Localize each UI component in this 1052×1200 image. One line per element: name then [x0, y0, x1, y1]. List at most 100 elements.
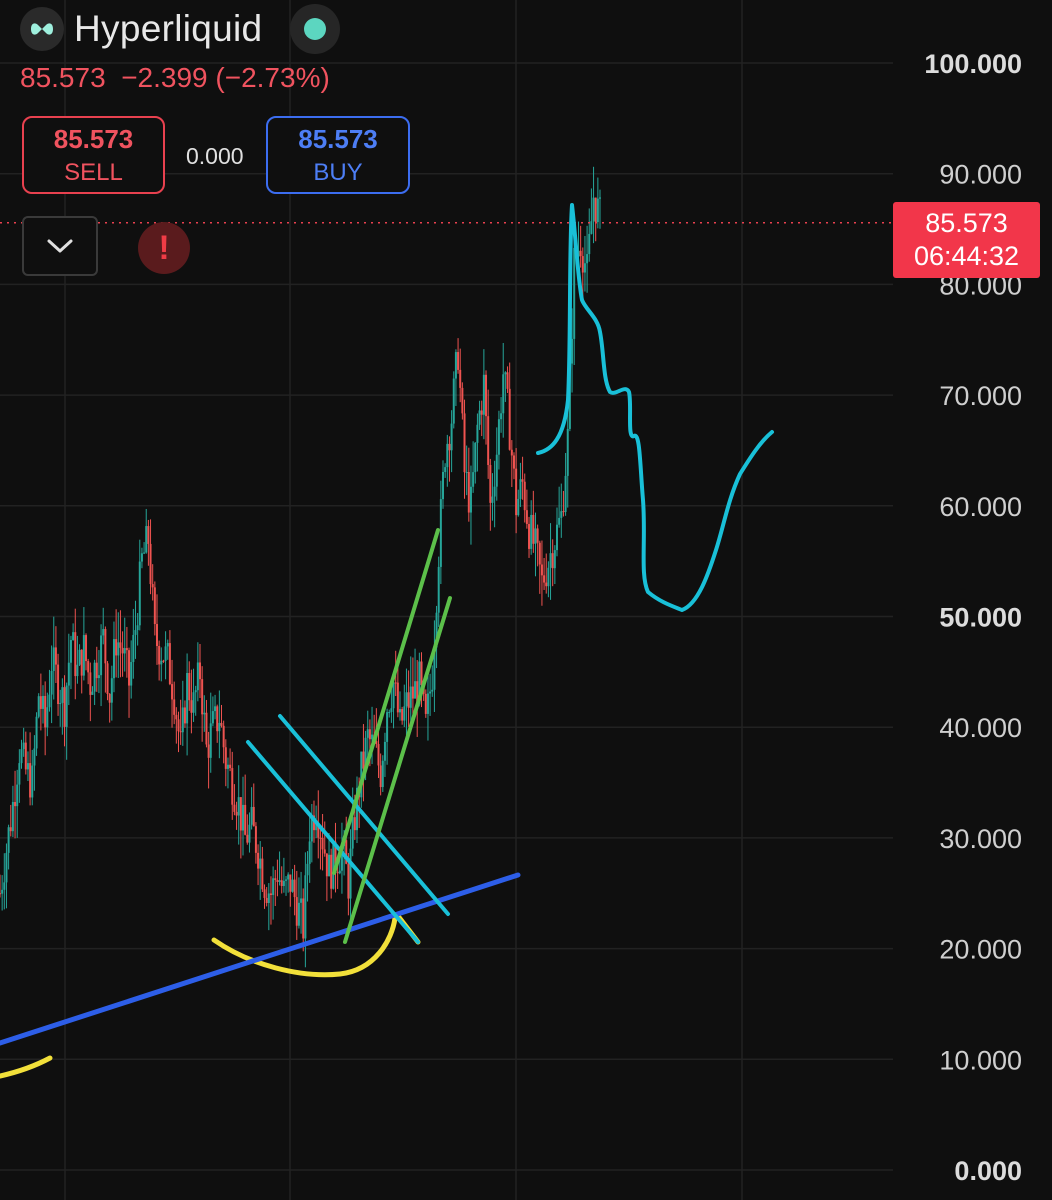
candle-body: [100, 635, 103, 676]
candle-body: [467, 471, 470, 513]
candle-body: [248, 824, 251, 843]
candle-body: [444, 467, 447, 472]
candle-body: [87, 661, 90, 673]
candle-body: [61, 687, 64, 703]
candle-body: [216, 706, 219, 732]
candle-body: [244, 804, 247, 835]
candle-body: [26, 763, 29, 770]
candle-body: [573, 247, 576, 339]
candle-body: [437, 566, 440, 613]
candle-body: [502, 374, 505, 414]
candle-body: [431, 689, 434, 692]
candle-body: [480, 410, 483, 415]
candle-body: [553, 550, 556, 569]
candle-body: [487, 416, 490, 465]
candle-body: [205, 712, 208, 745]
candle-body: [452, 378, 455, 424]
hyperliquid-logo-icon: [20, 7, 64, 51]
candle-body: [44, 695, 47, 728]
y-tick-label: 50.000: [939, 603, 1022, 633]
y-tick-label: 100.000: [924, 49, 1022, 79]
y-tick-label: 90.000: [939, 160, 1022, 190]
candle-body: [132, 634, 135, 663]
candle-body: [20, 749, 23, 764]
candle-body: [562, 511, 565, 513]
candle-body: [211, 711, 214, 724]
candle-body: [224, 747, 227, 769]
candle-body: [366, 729, 369, 738]
candle-body: [388, 711, 391, 713]
candle-body: [519, 479, 522, 499]
candle-body: [54, 647, 57, 665]
candle-body: [102, 629, 105, 636]
candle-body: [566, 428, 569, 476]
collapse-button[interactable]: [22, 216, 98, 276]
candle-body: [229, 764, 232, 769]
candle-body: [321, 837, 324, 850]
last-price-value: 85.573: [925, 208, 1008, 238]
candle-body: [465, 471, 468, 473]
candle-series: [0, 166, 601, 968]
candle-body: [403, 706, 406, 721]
candle-body: [536, 528, 539, 543]
candle-body: [201, 679, 204, 715]
candle-body: [76, 664, 79, 677]
candle-body: [306, 863, 309, 876]
candle-body: [48, 694, 51, 708]
candle-body: [409, 686, 412, 708]
candle-body: [564, 475, 567, 512]
candle-body: [528, 523, 531, 549]
candle-body: [510, 449, 513, 456]
candle-body: [347, 863, 350, 899]
candle-body: [160, 660, 163, 665]
candle-body: [226, 764, 229, 769]
candle-body: [9, 827, 12, 832]
candle-body: [151, 584, 154, 588]
candle-body: [250, 806, 253, 825]
candle-body: [396, 682, 399, 713]
buy-button[interactable]: 85.573 BUY: [266, 116, 410, 194]
candle-body: [155, 624, 158, 646]
candle-body: [491, 496, 494, 503]
candle-body: [495, 454, 498, 487]
candle-body: [138, 561, 141, 626]
y-tick-label: 40.000: [939, 713, 1022, 743]
candle-body: [459, 369, 462, 388]
candle-body: [14, 802, 17, 807]
candle-body: [274, 878, 277, 881]
candle-body: [162, 660, 165, 662]
candle-body: [525, 510, 528, 524]
candle-body: [188, 673, 191, 701]
candle-body: [254, 826, 257, 853]
candle-body: [194, 690, 197, 693]
candle-body: [463, 413, 466, 473]
candle-body: [95, 662, 98, 679]
candle-body: [478, 410, 481, 425]
candle-body: [37, 696, 40, 717]
candle-body: [439, 499, 442, 567]
candle-body: [177, 719, 180, 732]
candle-body: [233, 804, 236, 812]
candle-body: [91, 691, 94, 695]
candle-body: [532, 514, 535, 544]
candle-body: [351, 817, 354, 849]
candle-body: [252, 806, 255, 827]
sell-button[interactable]: 85.573 SELL: [22, 116, 165, 194]
candle-body: [287, 874, 290, 880]
candle-body: [332, 841, 335, 889]
alert-icon[interactable]: !: [138, 222, 190, 274]
candle-body: [420, 661, 423, 686]
candle-body: [547, 567, 550, 587]
candle-body: [222, 725, 225, 748]
y-tick-label: 70.000: [939, 381, 1022, 411]
candle-body: [545, 582, 548, 587]
candle-body: [235, 811, 238, 816]
cyan-projection-drawing: [536, 203, 774, 612]
candle-body: [538, 542, 541, 565]
candle-body: [168, 643, 171, 685]
candle-body: [534, 528, 537, 544]
candle-body: [50, 670, 53, 695]
candle-body: [517, 498, 520, 516]
yellow-arc-left-drawing: [0, 1055, 53, 1079]
symbol-title[interactable]: Hyperliquid: [74, 8, 262, 50]
